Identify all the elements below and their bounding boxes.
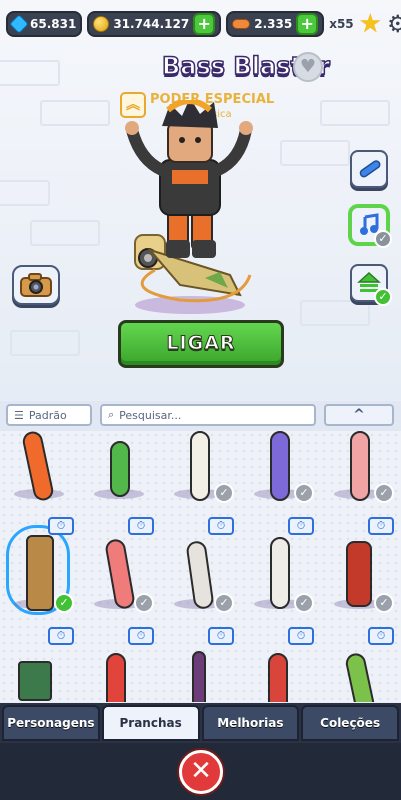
coin-icon — [93, 16, 110, 32]
music-button[interactable]: ✓ — [350, 206, 392, 248]
boards-pill: 2.335 + — [226, 11, 325, 37]
tab-collections[interactable]: Coleções — [301, 705, 399, 741]
search-input[interactable]: ⌕ Pesquisar... — [100, 404, 316, 426]
filter-bar: ☰ Padrão ⌕ Pesquisar... ^ — [0, 401, 401, 431]
board-cell[interactable] — [0, 431, 80, 511]
board-cell[interactable] — [80, 431, 160, 511]
preview-area: 65.831 31.744.127 + 2.335 + x55 ★ ⚙ Bass… — [0, 0, 401, 400]
key-icon — [9, 14, 29, 34]
upgrade-owned-check-icon: ✓ — [374, 288, 392, 306]
grid-row: ⏱ ✓ ⏱ ✓ ⏱ ✓ ⏱ ✓ ⏱ ✓ — [0, 511, 401, 621]
board-image — [343, 651, 377, 702]
grid-row: ✓ ✓ ✓ — [0, 431, 401, 511]
board-image — [110, 441, 130, 497]
board-grid: ✓ ✓ ✓ ⏱ ✓ ⏱ ✓ ⏱ ✓ ⏱ ✓ ⏱ ✓ ⏱ ⏱ ⏱ ⏱ ⏱ — [0, 431, 401, 702]
wall-brick — [300, 300, 370, 326]
board-image — [190, 431, 210, 501]
board-cell[interactable]: ⏱ — [240, 621, 320, 702]
board-image — [350, 431, 370, 501]
grid-row: ⏱ ⏱ ⏱ ⏱ ⏱ — [0, 621, 401, 702]
wall-brick — [40, 100, 110, 126]
character-on-hoverboard-image — [125, 100, 253, 314]
tab-characters[interactable]: Personagens — [2, 705, 100, 741]
currency-hud: 65.831 31.744.127 + 2.335 + x55 ★ ⚙ — [6, 8, 401, 40]
equipped-check-icon: ✓ — [54, 593, 74, 613]
list-icon: ☰ — [14, 408, 24, 422]
currency1-value: 65.831 — [30, 17, 77, 31]
camera-button[interactable] — [12, 265, 60, 305]
add-coins-button[interactable]: + — [193, 13, 216, 35]
boards-value: 2.335 — [254, 17, 293, 31]
camera-icon — [20, 273, 52, 297]
owned-check-icon: ✓ — [214, 593, 234, 613]
wall-brick — [320, 100, 390, 126]
owned-check-icon: ✓ — [374, 483, 394, 503]
board-cell[interactable]: ✓ — [320, 431, 400, 511]
sort-label: Padrão — [28, 408, 67, 422]
board-cell[interactable]: ⏱ ✓ — [80, 511, 160, 621]
owned-check-icon: ✓ — [294, 483, 314, 503]
currency1-pill: 65.831 — [6, 11, 83, 37]
board-image — [26, 535, 54, 611]
hoverboard-icon — [232, 19, 251, 29]
board-image — [268, 653, 288, 702]
settings-gear-icon[interactable]: ⚙ — [387, 11, 401, 37]
owned-check-icon: ✓ — [214, 483, 234, 503]
close-button[interactable]: ✕ — [179, 750, 223, 794]
board-cell[interactable]: ⏱ — [0, 621, 80, 702]
wall-brick — [0, 180, 50, 206]
timer-icon: ⏱ — [208, 517, 234, 535]
board-image — [106, 653, 126, 702]
timer-icon: ⏱ — [288, 627, 314, 645]
board-cell[interactable]: ⏱ ✓ — [240, 511, 320, 621]
board-image — [270, 431, 290, 501]
timer-icon: ⏱ — [128, 627, 154, 645]
upgrade-level-button[interactable]: ✓ — [350, 264, 392, 306]
collapse-button[interactable]: ^ — [324, 404, 394, 426]
coins-pill: 31.744.127 + — [87, 11, 222, 37]
board-cell[interactable]: ⏱ ✓ — [320, 511, 400, 621]
board-cell[interactable]: ⏱ ✓ — [160, 511, 240, 621]
timer-icon: ⏱ — [368, 517, 394, 535]
timer-icon: ⏱ — [208, 627, 234, 645]
board-image — [192, 651, 206, 702]
timer-icon: ⏱ — [128, 517, 154, 535]
timer-icon: ⏱ — [288, 517, 314, 535]
coins-value: 31.744.127 — [113, 17, 190, 31]
board-cell-selected[interactable]: ⏱ ✓ — [0, 511, 80, 621]
board-cell[interactable]: ⏱ — [80, 621, 160, 702]
wall-brick — [10, 330, 80, 356]
wall-brick — [30, 220, 100, 246]
add-boards-button[interactable]: + — [296, 13, 319, 35]
board-cell[interactable]: ✓ — [160, 431, 240, 511]
bottom-tab-bar: Personagens Pranchas Melhorias Coleções — [0, 703, 401, 743]
board-category-button[interactable] — [350, 150, 388, 188]
tab-boards[interactable]: Pranchas — [101, 705, 200, 741]
skateboard-icon — [359, 160, 381, 178]
timer-icon: ⏱ — [48, 627, 74, 645]
timer-icon: ⏱ — [48, 517, 74, 535]
board-cell[interactable]: ✓ — [240, 431, 320, 511]
item-title: Bass Blaster — [161, 51, 331, 81]
music-owned-check-icon: ✓ — [374, 230, 392, 248]
board-image — [270, 537, 290, 609]
timer-icon: ⏱ — [368, 627, 394, 645]
owned-check-icon: ✓ — [134, 593, 154, 613]
score-multiplier: x55 — [329, 17, 354, 31]
wall-brick — [280, 140, 350, 166]
board-image — [18, 661, 52, 701]
board-image — [346, 541, 372, 607]
multiplier-star-icon[interactable]: ★ — [359, 11, 382, 37]
sort-dropdown[interactable]: ☰ Padrão — [6, 404, 92, 426]
owned-check-icon: ✓ — [374, 593, 394, 613]
board-cell[interactable]: ⏱ — [160, 621, 240, 702]
favorite-heart-icon[interactable]: ♥ — [293, 52, 323, 82]
search-icon: ⌕ — [108, 408, 115, 421]
tab-upgrades[interactable]: Melhorias — [201, 705, 300, 741]
owned-check-icon: ✓ — [294, 593, 314, 613]
search-placeholder: Pesquisar... — [119, 408, 182, 422]
board-cell[interactable]: ⏱ — [320, 621, 400, 702]
equip-button[interactable]: LIGAR — [118, 320, 284, 368]
